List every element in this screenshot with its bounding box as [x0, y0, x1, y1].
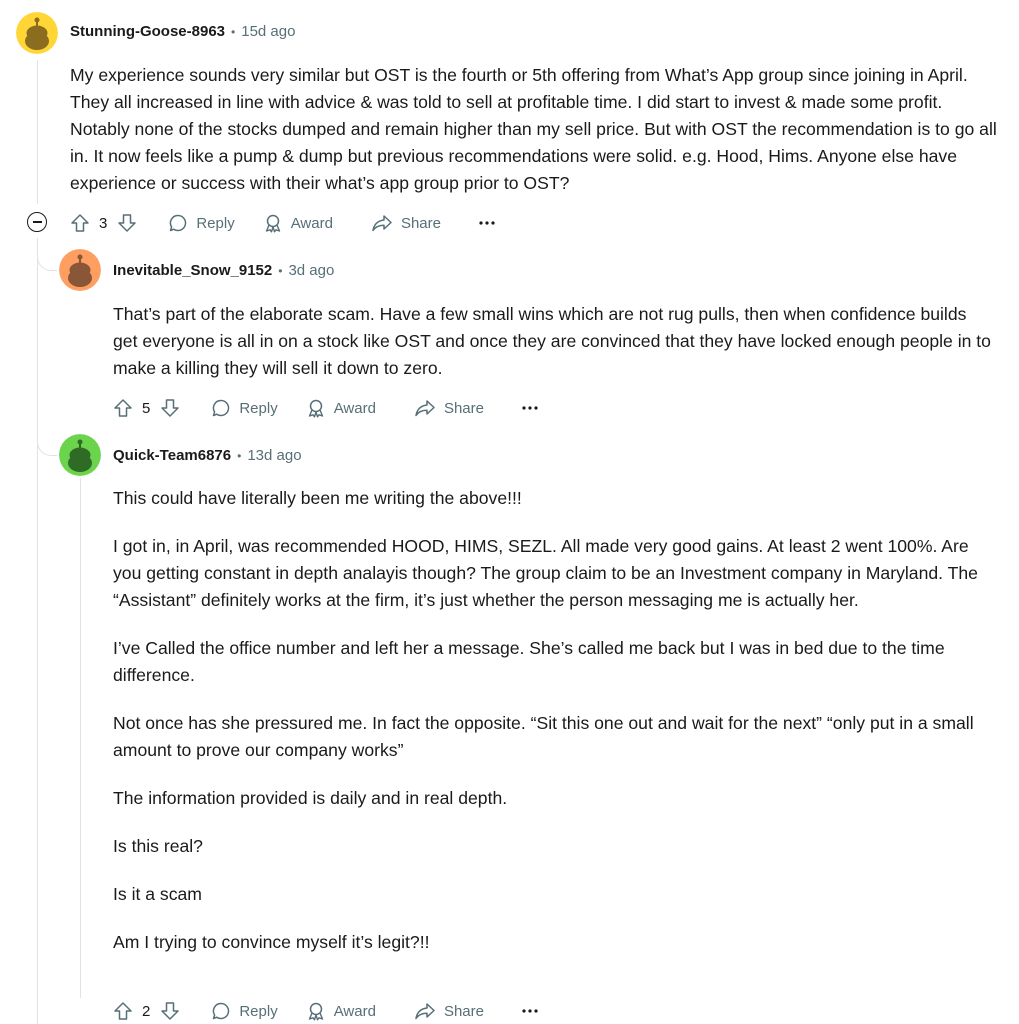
share-button[interactable]: Share — [371, 213, 441, 233]
comment-paragraph: This could have literally been me writin… — [113, 488, 522, 508]
avatar[interactable] — [59, 249, 101, 291]
upvote-icon[interactable] — [113, 1001, 133, 1021]
collapse-icon[interactable] — [27, 212, 47, 232]
username[interactable]: Stunning-Goose-8963 — [70, 23, 225, 40]
award-icon — [306, 398, 326, 418]
timestamp[interactable]: 3d ago — [288, 262, 334, 279]
comment-paragraph: That’s part of the elaborate scam. Have … — [113, 304, 991, 378]
vote-group: 5 — [113, 398, 180, 418]
award-icon — [263, 213, 283, 233]
snoo-avatar-icon — [16, 12, 58, 54]
meta-separator: • — [278, 263, 283, 278]
avatar[interactable] — [16, 12, 58, 54]
more-options-button[interactable] — [522, 1008, 538, 1014]
reply-button[interactable]: Reply — [168, 213, 235, 233]
more-options-button[interactable] — [522, 405, 538, 411]
comment-actions: 3 Reply Award Share — [70, 208, 495, 238]
award-label: Award — [333, 399, 376, 417]
share-label: Share — [400, 214, 441, 232]
snoo-avatar-icon — [59, 434, 101, 476]
comment-actions: 5 Reply Award Share — [113, 393, 538, 423]
username[interactable]: Quick-Team6876 — [113, 447, 231, 464]
snoo-avatar-icon — [59, 249, 101, 291]
comment-paragraph: Is it a scam — [113, 884, 202, 904]
comment-paragraph: Am I trying to convince myself it’s legi… — [113, 932, 430, 952]
more-icon — [522, 405, 538, 411]
comment-thread: Stunning-Goose-8963 • 15d ago My experie… — [0, 0, 1019, 1024]
share-label: Share — [443, 1002, 484, 1020]
comment-icon — [211, 1001, 231, 1021]
reply-button[interactable]: Reply — [211, 1001, 278, 1021]
more-icon — [522, 1008, 538, 1014]
vote-group: 3 — [70, 213, 137, 233]
share-button[interactable]: Share — [414, 1001, 484, 1021]
comment-body: This could have literally been me writin… — [113, 485, 998, 956]
comment-body: My experience sounds very similar but OS… — [70, 62, 1000, 197]
award-label: Award — [290, 214, 333, 232]
award-icon — [306, 1001, 326, 1021]
share-icon — [414, 1001, 436, 1021]
comment-meta: Inevitable_Snow_9152 • 3d ago — [113, 262, 334, 279]
comment-paragraph: My experience sounds very similar but OS… — [70, 65, 997, 193]
award-button[interactable]: Award — [306, 398, 376, 418]
vote-score: 3 — [99, 214, 108, 232]
share-label: Share — [443, 399, 484, 417]
thread-line-reply-2[interactable] — [80, 478, 81, 998]
timestamp[interactable]: 13d ago — [247, 447, 301, 464]
comment-icon — [168, 213, 188, 233]
reply-label: Reply — [196, 214, 235, 232]
thread-elbow-2 — [37, 420, 57, 456]
comment-actions: 2 Reply Award Share — [113, 996, 538, 1024]
meta-separator: • — [237, 448, 242, 463]
award-label: Award — [333, 1002, 376, 1020]
share-button[interactable]: Share — [414, 398, 484, 418]
thread-elbow-1 — [37, 238, 57, 271]
comment-meta: Stunning-Goose-8963 • 15d ago — [70, 23, 295, 40]
share-icon — [414, 398, 436, 418]
downvote-icon[interactable] — [160, 1001, 180, 1021]
thread-line-root[interactable] — [37, 60, 38, 204]
comment-paragraph: I’ve Called the office number and left h… — [113, 638, 945, 685]
comment-paragraph: Not once has she pressured me. In fact t… — [113, 713, 974, 760]
comment-paragraph: I got in, in April, was recommended HOOD… — [113, 536, 978, 610]
comment-icon — [211, 398, 231, 418]
vote-group: 2 — [113, 1001, 180, 1021]
reply-label: Reply — [239, 1002, 278, 1020]
award-button[interactable]: Award — [263, 213, 333, 233]
comment-paragraph: Is this real? — [113, 836, 203, 856]
reply-button[interactable]: Reply — [211, 398, 278, 418]
upvote-icon[interactable] — [113, 398, 133, 418]
downvote-icon[interactable] — [117, 213, 137, 233]
reply-label: Reply — [239, 399, 278, 417]
more-icon — [479, 220, 495, 226]
meta-separator: • — [231, 24, 236, 39]
timestamp[interactable]: 15d ago — [241, 23, 295, 40]
avatar[interactable] — [59, 434, 101, 476]
share-icon — [371, 213, 393, 233]
thread-line-root-lower[interactable] — [37, 238, 38, 1024]
vote-score: 5 — [142, 399, 151, 417]
username[interactable]: Inevitable_Snow_9152 — [113, 262, 272, 279]
upvote-icon[interactable] — [70, 213, 90, 233]
comment-paragraph: The information provided is daily and in… — [113, 788, 508, 808]
comment-body: That’s part of the elaborate scam. Have … — [113, 301, 993, 382]
comment-meta: Quick-Team6876 • 13d ago — [113, 447, 302, 464]
downvote-icon[interactable] — [160, 398, 180, 418]
vote-score: 2 — [142, 1002, 151, 1020]
award-button[interactable]: Award — [306, 1001, 376, 1021]
more-options-button[interactable] — [479, 220, 495, 226]
